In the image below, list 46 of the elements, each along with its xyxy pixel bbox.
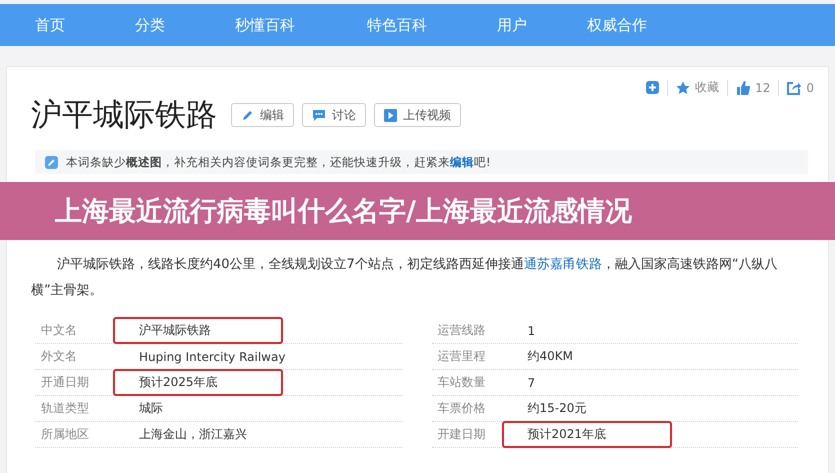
field-value: 约40KM: [526, 348, 574, 365]
thumbs-up-icon[interactable]: [736, 80, 750, 94]
nav-item[interactable]: 首页: [35, 16, 65, 34]
share-icon[interactable]: [787, 80, 802, 94]
field-label: 车票价格: [436, 400, 486, 417]
field-value: 上海金山，浙江嘉兴: [138, 426, 248, 443]
edit-button[interactable]: 编辑: [231, 103, 294, 127]
field-value: Huping Intercity Railway: [138, 348, 286, 366]
field-value: 7: [526, 374, 536, 392]
headline-banner: 上海最近流行病毒叫什么名字/上海最近流感情况: [0, 182, 835, 240]
field-label: 车站数量: [436, 374, 486, 391]
pencil-icon: [241, 108, 254, 122]
intro-paragraph: 沪平城际铁路，线路长度约40公里，全线规划设立7个站点，初定线路西延伸接通通苏嘉甬铁路，融入国家高速铁路网“八纵八横”主骨架。: [31, 256, 779, 300]
nav-item[interactable]: 秒懂百科: [235, 16, 295, 34]
field-label: 外文名: [40, 348, 78, 365]
railway-link[interactable]: 通苏嘉甬铁路: [524, 257, 602, 272]
field-label: 中文名: [40, 322, 78, 339]
highlighted-value: 沪平城际铁路: [113, 317, 283, 344]
discuss-button[interactable]: 讨论: [302, 103, 366, 127]
nav-item[interactable]: 用户: [497, 16, 527, 34]
field-label: 所属地区: [40, 426, 90, 443]
like-count: 12: [755, 80, 770, 94]
video-button[interactable]: 上传视频: [374, 103, 461, 127]
field-value: 1: [526, 322, 536, 340]
nav-item[interactable]: 分类: [135, 16, 165, 34]
play-icon: [384, 108, 397, 122]
add-icon[interactable]: [646, 81, 660, 94]
highlighted-value: 预计2025年底: [113, 369, 283, 396]
favorite-label[interactable]: 收藏: [695, 79, 720, 96]
share-count: 0: [806, 80, 814, 94]
field-label: 轨道类型: [40, 400, 90, 417]
notice-text: 本词条缺少概述图，补充相关内容使词条更完整，还能快速升级，赶紧来编辑吧!: [66, 154, 491, 170]
field-value: 约15-20元: [526, 400, 588, 417]
nav-item[interactable]: 权威合作: [587, 16, 647, 34]
edit-link[interactable]: 编辑: [450, 154, 474, 168]
nav-item[interactable]: 特色百科: [367, 16, 427, 34]
highlighted-value: 预计2021年底: [502, 421, 672, 448]
star-icon[interactable]: [676, 80, 690, 94]
field-value: 城际: [138, 400, 164, 417]
page-title: 沪平城际铁路: [31, 96, 217, 135]
field-label: 运营里程: [436, 348, 486, 365]
chat-icon: [312, 109, 326, 121]
field-label: 运营线路: [436, 322, 486, 339]
field-label: 开建日期: [436, 426, 486, 443]
field-label: 开通日期: [40, 374, 90, 391]
pencil-icon: [45, 156, 58, 168]
